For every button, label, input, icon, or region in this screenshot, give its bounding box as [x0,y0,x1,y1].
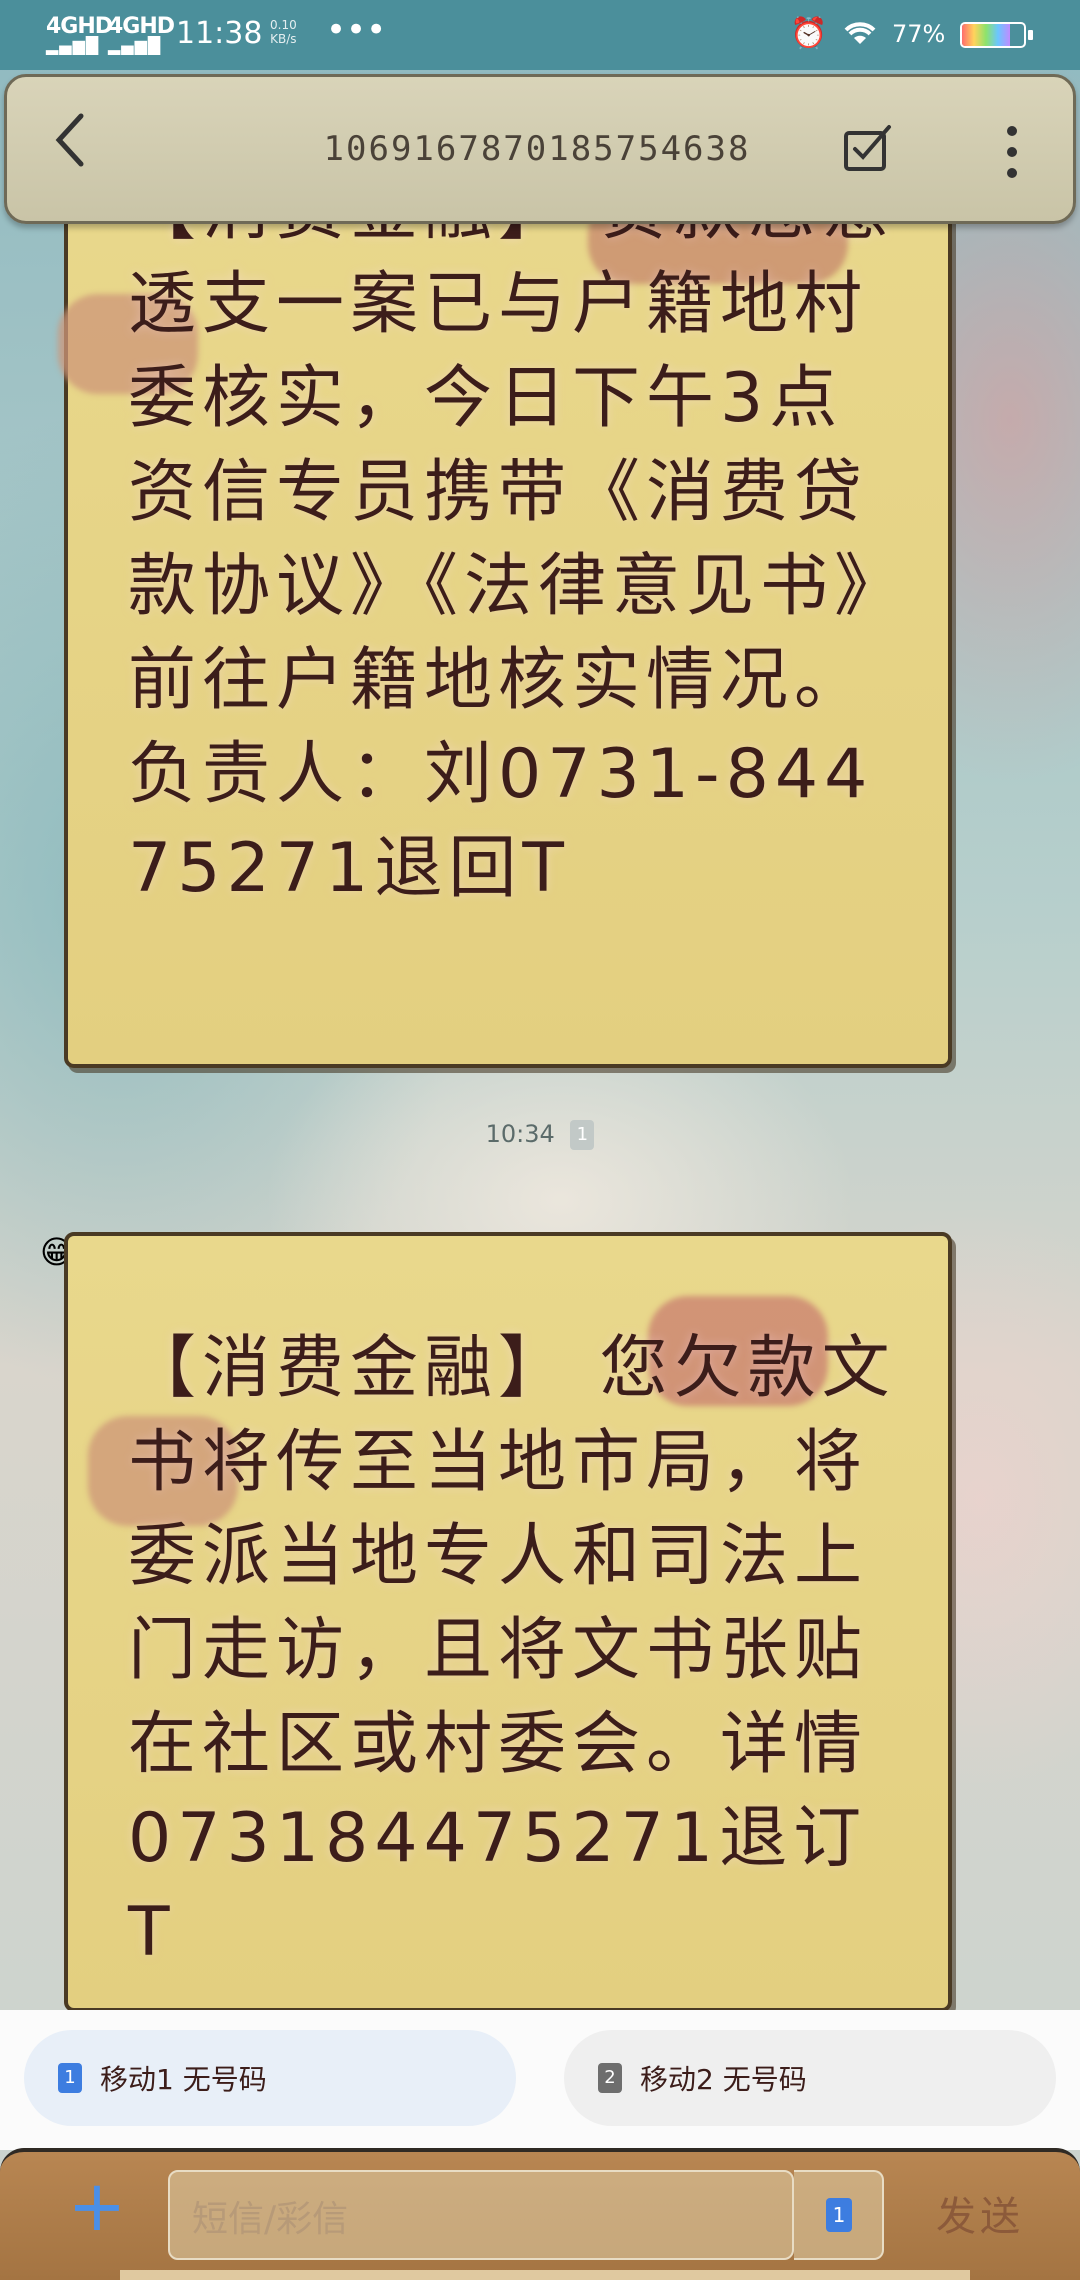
conversation-header: 1069167870185754638 [4,74,1076,224]
more-vertical-icon [1007,126,1017,178]
add-attachment-button[interactable]: + [62,2171,132,2244]
signal-bars-icon: ▂▄▆█ [108,36,162,55]
sim2-label: 移动2 无号码 [640,2063,807,2096]
sim1-label: 移动1 无号码 [100,2063,267,2096]
speed-unit: KB/s [270,32,297,46]
battery-icon [960,22,1026,48]
wifi-icon [840,14,880,56]
sim-icon: 1 [826,2198,852,2232]
notification-more-icon: ••• [326,10,387,50]
message-text: 【消费金融】 您欠款文书将传至当地市局，将委派当地专人和司法上门走访，且将文书张… [128,1329,896,1972]
message-bubble[interactable]: 【消费金融】 贷款恶意透支一案已与户籍地村委核实，今日下午3点资信专员携带《消费… [58,150,952,1068]
contact-phone-number: 1069167870185754638 [323,129,751,169]
sim1-icon: 1 [58,2063,82,2093]
battery-fill [962,24,1010,46]
compose-bar: + 短信/彩信 1 发送 [0,2148,1080,2280]
multi-select-button[interactable] [843,121,897,173]
battery-percent: 77% [892,20,946,48]
message-text: 【消费金融】 贷款恶意透支一案已与户籍地村委核实，今日下午3点资信专员携带《消费… [128,171,890,908]
message-bubble[interactable]: 【消费金融】 您欠款文书将传至当地市局，将委派当地专人和司法上门走访，且将文书张… [64,1232,952,2012]
check-square-icon [844,125,891,171]
back-button[interactable] [51,109,111,189]
signal-sim2-indicator: 4GHD ▂▄▆█ [108,14,175,55]
more-menu-button[interactable] [997,117,1027,187]
compose-decoration [120,2270,970,2280]
signal-bars-icon: ▂▄▆█ [46,36,100,55]
alarm-icon: ⏰ [790,16,828,51]
chevron-left-icon [55,113,84,167]
signal-sim1-indicator: 4GHD ▂▄▆█ [46,14,113,55]
network-speed: 0.10 KB/s [270,18,297,46]
speed-value: 0.10 [270,18,297,32]
status-bar: 4GHD ▂▄▆█ 4GHD ▂▄▆█ 11:38 0.10 KB/s ••• … [0,0,1080,70]
sim-selector: 1 移动1 无号码 2 移动2 无号码 [0,2010,1080,2150]
timestamp-time: 10:34 [485,1120,555,1148]
sim-indicator-icon: 1 [570,1120,595,1150]
sim2-icon: 2 [598,2063,622,2093]
sim1-send-option[interactable]: 1 移动1 无号码 [24,2030,516,2126]
clock: 11:38 [176,16,263,51]
sim2-send-option[interactable]: 2 移动2 无号码 [564,2030,1056,2126]
message-input[interactable]: 短信/彩信 [168,2170,794,2260]
battery-cap [1028,30,1033,40]
message-timestamp: 10:34 1 [0,1120,1080,1150]
send-button[interactable]: 发送 [936,2184,1024,2242]
sim-switch-button[interactable]: 1 [794,2170,884,2260]
